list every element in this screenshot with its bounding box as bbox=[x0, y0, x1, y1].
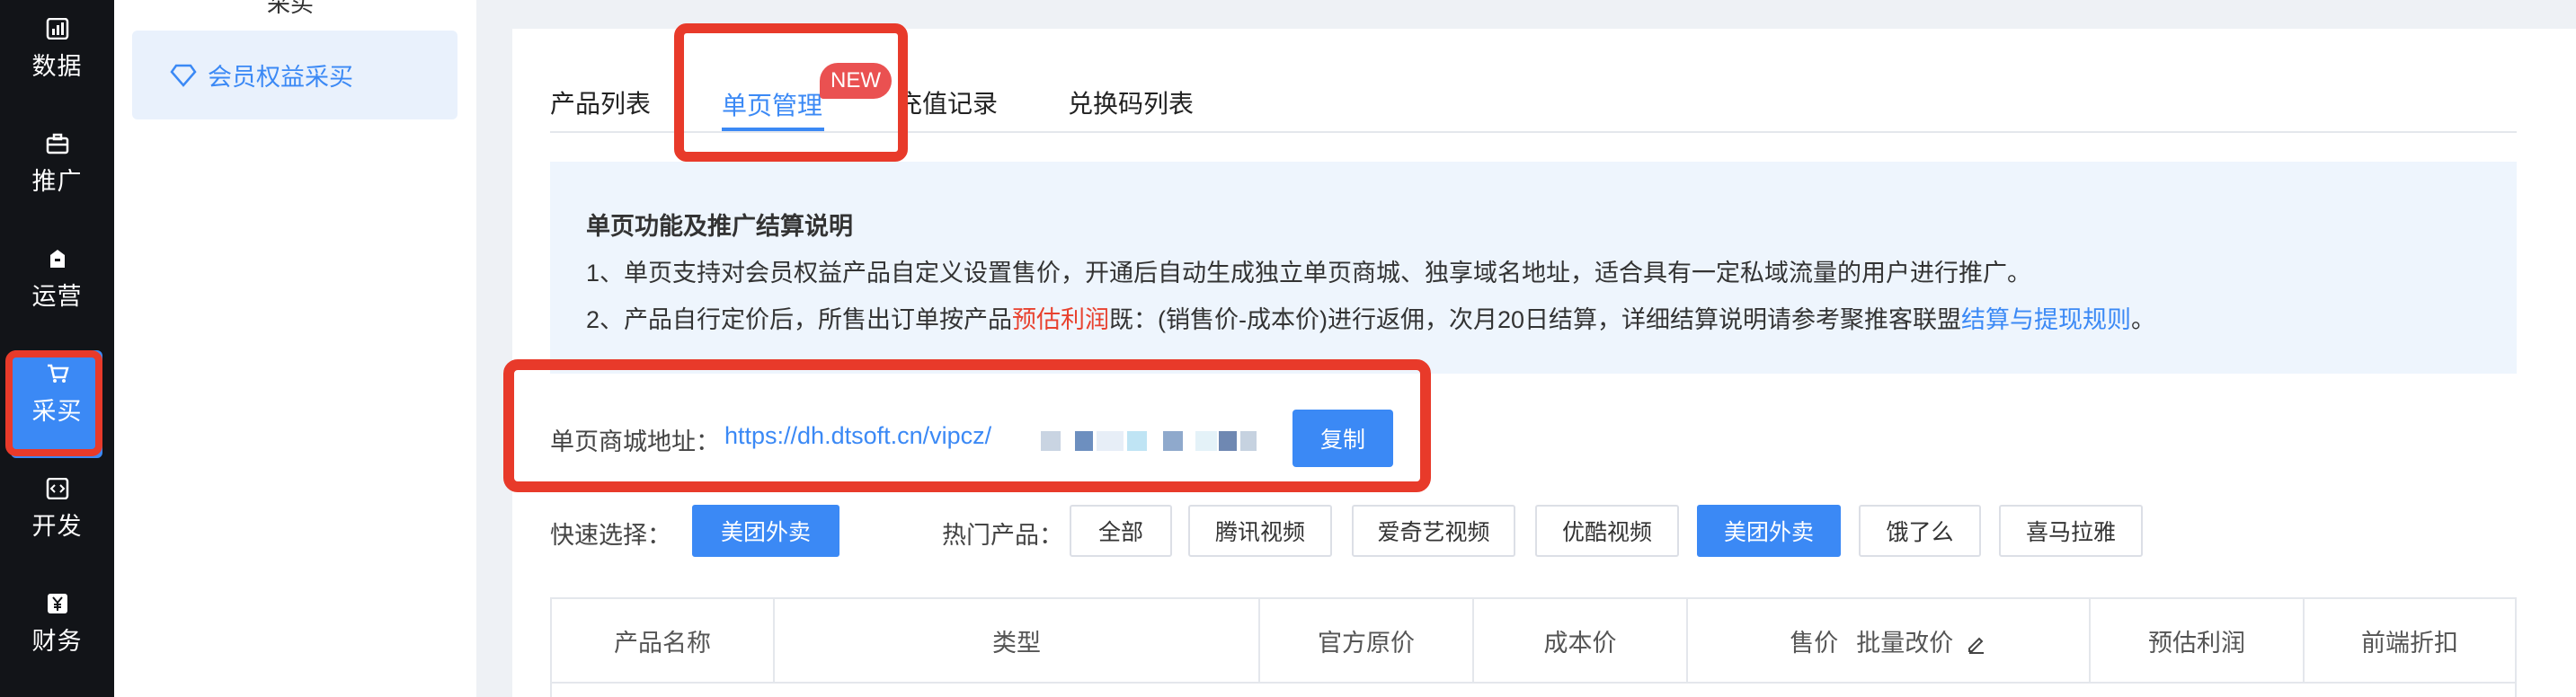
column-header-cost-price: 成本价 bbox=[1474, 599, 1688, 682]
column-header-discount: 前端折扣 bbox=[2361, 629, 2458, 657]
app-sidebar: 数据 推广 运营 采买 开发 财务 bbox=[0, 0, 114, 697]
column-header-type: 类型 bbox=[775, 599, 1260, 682]
briefcase-icon bbox=[46, 133, 69, 154]
estimated-profit-highlight: 预估利润 bbox=[1012, 306, 1110, 333]
rail-item-promote[interactable]: 推广 bbox=[0, 133, 114, 223]
sale-price-label: 售价 bbox=[1790, 629, 1839, 657]
annotation-highlight-box bbox=[674, 23, 908, 162]
rail-item-develop[interactable]: 开发 bbox=[0, 478, 114, 568]
shop-icon bbox=[46, 248, 69, 269]
submenu-item-label: 会员权益采买 bbox=[208, 64, 353, 91]
edit-icon bbox=[1968, 637, 1984, 655]
annotation-highlight-box bbox=[503, 359, 1431, 492]
diamond-icon bbox=[170, 64, 197, 87]
quick-select-chip[interactable]: 美团外卖 bbox=[692, 505, 839, 557]
rail-label: 推广 bbox=[31, 168, 83, 195]
submenu-item-membership-purchase[interactable]: 会员权益采买 bbox=[132, 31, 457, 119]
table-header-divider bbox=[552, 682, 2515, 684]
chart-icon bbox=[46, 18, 69, 40]
submenu-section-title: 采买 bbox=[267, 0, 315, 17]
hot-product-chip[interactable]: 爱奇艺视频 bbox=[1352, 505, 1515, 557]
rail-item-operate[interactable]: 运营 bbox=[0, 248, 114, 338]
hot-product-chip[interactable]: 优酷视频 bbox=[1535, 505, 1679, 557]
rail-item-data[interactable]: 数据 bbox=[0, 18, 114, 108]
bulk-edit-label: 批量改价 bbox=[1856, 629, 1954, 657]
annotation-highlight-box bbox=[5, 350, 102, 456]
column-header-official-price: 官方原价 bbox=[1260, 599, 1474, 682]
hot-product-chip[interactable]: 全部 bbox=[1070, 505, 1172, 557]
notice-line-2-end: 。 bbox=[2131, 306, 2156, 333]
notice-line-2-text: 2、产品自行定价后，所售出订单按产品 bbox=[586, 306, 1013, 333]
column-header-sale-price: 售价 批量改价 bbox=[1688, 599, 2091, 682]
column-header-product-name: 产品名称 bbox=[552, 599, 775, 682]
rail-label: 财务 bbox=[31, 628, 83, 655]
notice-line-1: 1、单页支持对会员权益产品自定义设置售价，开通后自动生成独立单页商城、独享域名地… bbox=[586, 260, 2032, 287]
bulk-edit-price-button[interactable]: 批量改价 bbox=[1856, 623, 1987, 658]
tab-recharge-records[interactable]: 充值记录 bbox=[897, 84, 998, 120]
tab-redeem-codes[interactable]: 兑换码列表 bbox=[1068, 84, 1194, 120]
quick-select-label: 快速选择： bbox=[550, 522, 671, 549]
product-table: 产品名称 类型 官方原价 成本价 售价 批量改价 预估利润 前端折扣 bbox=[550, 597, 2517, 697]
rail-label: 运营 bbox=[31, 283, 83, 310]
tab-product-list[interactable]: 产品列表 bbox=[550, 84, 651, 120]
column-header-estimated-profit: 预估利润 bbox=[2091, 599, 2305, 682]
rail-item-finance[interactable]: 财务 bbox=[0, 593, 114, 683]
hot-product-chip[interactable]: 喜马拉雅 bbox=[1999, 505, 2143, 557]
notice-title: 单页功能及推广结算说明 bbox=[586, 213, 853, 240]
rail-label: 数据 bbox=[31, 53, 83, 80]
submenu-panel: 采买 会员权益采买 bbox=[114, 0, 476, 697]
notice-line-2: 2、产品自行定价后，所售出订单按产品预估利润既：(销售价-成本价)进行返佣，次月… bbox=[586, 300, 2155, 335]
hot-product-chip-selected[interactable]: 美团外卖 bbox=[1697, 505, 1841, 557]
info-notice: 单页功能及推广结算说明 1、单页支持对会员权益产品自定义设置售价，开通后自动生成… bbox=[550, 162, 2517, 374]
hot-product-chip[interactable]: 饿了么 bbox=[1859, 505, 1981, 557]
yen-icon bbox=[46, 593, 69, 614]
hot-product-chip[interactable]: 腾讯视频 bbox=[1188, 505, 1332, 557]
hot-products-label: 热门产品： bbox=[942, 522, 1063, 549]
code-icon bbox=[46, 478, 69, 499]
settlement-rules-link[interactable]: 结算与提现规则 bbox=[1961, 306, 2131, 333]
notice-line-2-text: 既：(销售价-成本价)进行返佣，次月20日结算，详细结算说明请参考聚推客联盟 bbox=[1109, 306, 1962, 333]
rail-label: 开发 bbox=[31, 513, 83, 540]
